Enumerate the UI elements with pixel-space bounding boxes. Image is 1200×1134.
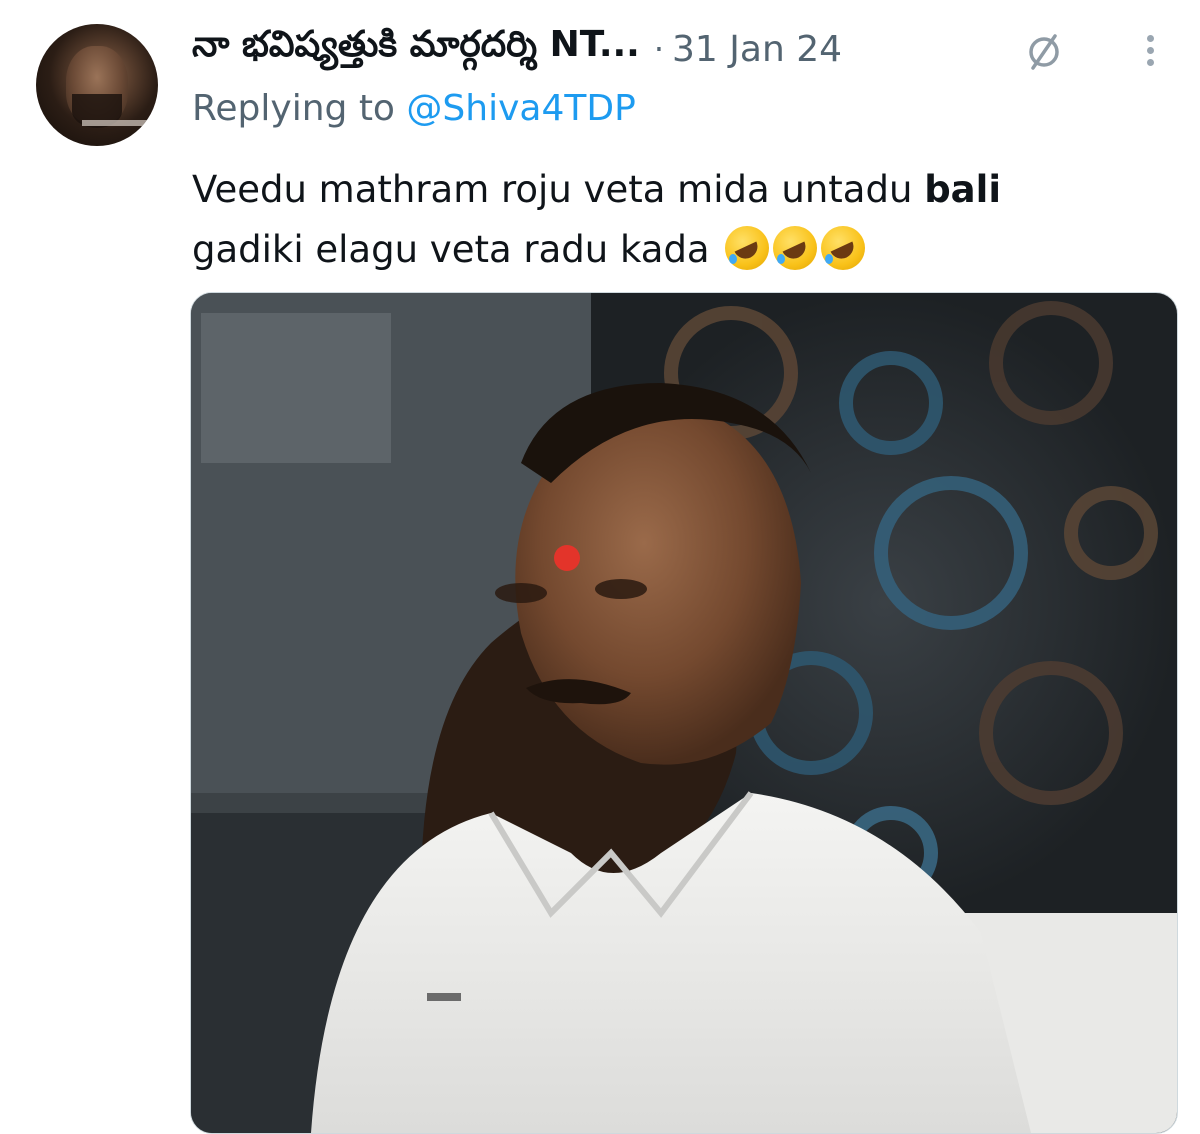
vertical-ellipsis-icon[interactable]	[1140, 30, 1160, 74]
tweet-date[interactable]: 31 Jan 24	[672, 29, 842, 70]
tweet-text-bold: bali	[924, 168, 1002, 211]
tweet-text: Veedu mathram roju veta mida untadu bali…	[192, 160, 1162, 280]
slashed-circle-icon[interactable]	[1022, 30, 1066, 74]
header-separator: ·	[653, 30, 665, 68]
laughing-emoji-icon	[725, 226, 770, 270]
tweet-media-image[interactable]	[190, 292, 1178, 1134]
tweet-text-part2: gadiki elagu veta radu kada	[192, 228, 710, 271]
replying-to: Replying to @Shiva4TDP	[192, 88, 636, 129]
avatar-watermark	[82, 120, 148, 126]
replying-prefix: Replying to	[192, 88, 395, 129]
tweet-avatar[interactable]	[36, 24, 158, 146]
author-name[interactable]: నా భవిష్యత్తుకి మార్గదర్శి NT...	[192, 24, 640, 74]
replying-handle-link[interactable]: @Shiva4TDP	[406, 88, 635, 129]
photo-illustration	[191, 293, 1177, 1133]
laughing-emoji-icon	[821, 226, 866, 270]
tweet-text-part1: Veedu mathram roju veta mida untadu	[192, 168, 925, 211]
laughing-emoji-icon	[773, 226, 818, 270]
